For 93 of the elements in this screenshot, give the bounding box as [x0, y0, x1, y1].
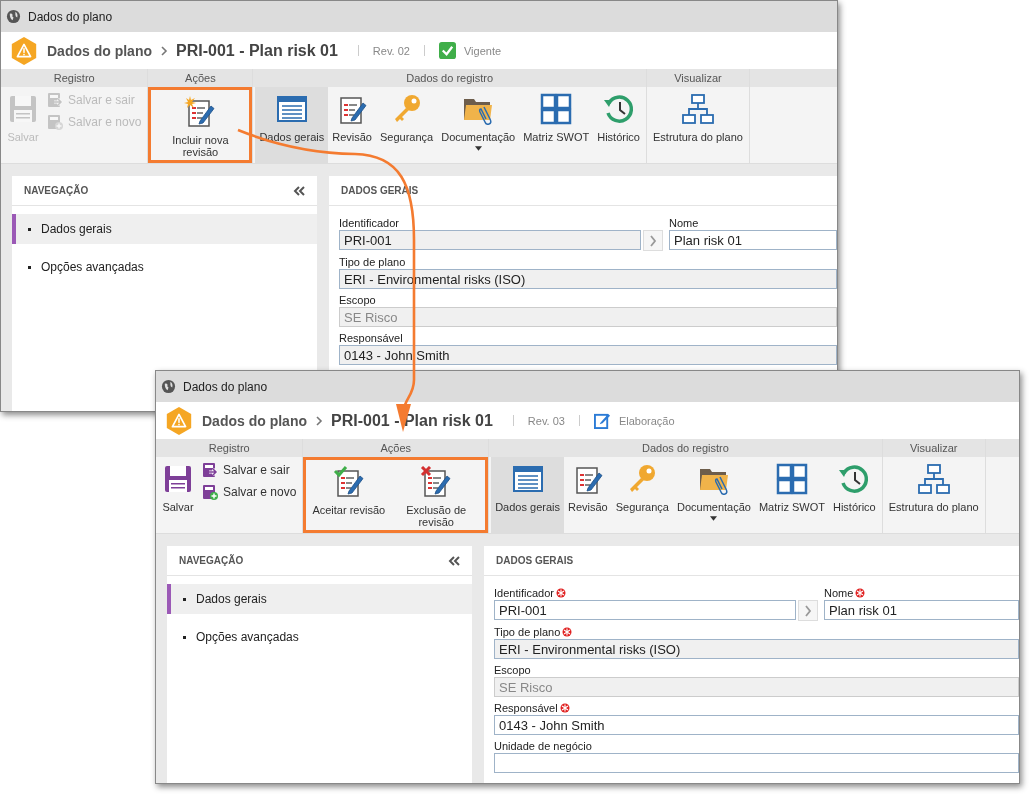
field-label: Identificador — [339, 217, 399, 229]
status-label: Vigente — [463, 44, 502, 57]
field-label: Nome — [669, 217, 699, 229]
status-label: Elaboração — [618, 414, 675, 427]
history-clock-icon — [838, 463, 871, 495]
chevron-icon — [315, 415, 323, 426]
ribbon-button[interactable]: Histórico — [593, 87, 644, 163]
save-new-icon — [47, 114, 63, 130]
ribbon-button[interactable]: Estrutura do plano — [884, 457, 983, 533]
input-field[interactable]: PRI-001 — [494, 600, 796, 620]
ribbon-button[interactable]: Aceitar revisão — [308, 460, 390, 530]
ribbon-button[interactable]: Revisão — [328, 87, 376, 163]
ribbon-group-title: Registro — [1, 69, 148, 87]
chevron-icon — [804, 604, 812, 617]
history-clock-icon — [602, 93, 635, 125]
save-and-new-button[interactable]: Salvar e novo — [198, 483, 301, 501]
field-label: Tipo de plano — [339, 256, 406, 268]
ribbon-button[interactable]: Dados gerais — [491, 457, 564, 533]
form-window-icon — [275, 93, 308, 125]
field-label: Tipo de plano — [494, 626, 561, 638]
floppy-icon — [7, 93, 39, 125]
field-label: Nome — [824, 587, 854, 599]
globe-icon — [6, 9, 21, 24]
warning-icon — [164, 405, 194, 436]
field-label: Responsável — [339, 332, 403, 344]
collapse-icon[interactable] — [293, 185, 305, 196]
ribbon-group-title: Visualizar — [647, 69, 749, 87]
input-field[interactable]: 0143 - John Smith — [339, 345, 837, 365]
ribbon-button[interactable]: Matriz SWOT — [519, 87, 594, 163]
ribbon-button[interactable]: Incluir nova revisão — [153, 90, 248, 160]
hierarchy-icon — [681, 93, 714, 125]
save-and-exit-button[interactable]: Salvar e sair — [198, 461, 301, 479]
field-label: Unidade de negócio — [494, 740, 592, 752]
input-field[interactable]: Plan risk 01 — [824, 600, 1019, 620]
lookup-button[interactable] — [643, 230, 663, 251]
ribbon-button[interactable]: Matriz SWOT — [754, 457, 829, 533]
ribbon-group-title: Dados do registro — [489, 439, 882, 457]
record-title: PRI-001 - Plan risk 01 — [176, 41, 338, 60]
lookup-button[interactable] — [798, 600, 818, 621]
ribbon-button[interactable]: Histórico — [828, 457, 880, 533]
ribbon-button[interactable]: Documentação — [672, 457, 755, 533]
globe-icon — [161, 379, 176, 394]
ribbon-button[interactable]: Revisão — [564, 457, 612, 533]
revision-label: Rev. 03 — [527, 414, 565, 427]
input-field[interactable]: Plan risk 01 — [669, 230, 837, 250]
document-star-icon — [184, 96, 217, 128]
ribbon-button[interactable]: Exclusão de revisão — [389, 460, 484, 530]
save-new-icon — [202, 484, 218, 500]
save-exit-icon — [47, 92, 63, 108]
grid-icon — [775, 463, 808, 495]
chevron-icon — [649, 234, 657, 247]
breadcrumb-link[interactable]: Dados do plano — [47, 42, 152, 59]
navigation-item[interactable]: Opções avançadas — [12, 252, 317, 282]
ribbon-group-title: Dados do registro — [253, 69, 646, 87]
panel-title: NAVEGAÇÃO — [179, 555, 244, 566]
field-label: Responsável — [494, 702, 558, 714]
field-label: Escopo — [494, 664, 531, 676]
input-field[interactable]: PRI-001 — [339, 230, 641, 250]
input-field[interactable]: 0143 - John Smith — [494, 715, 1019, 735]
ribbon-group-title: Visualizar — [882, 439, 985, 457]
panel-title: DADOS GERAIS — [496, 555, 574, 566]
input-field[interactable] — [494, 753, 1019, 773]
chevron-icon — [160, 45, 168, 56]
warning-icon — [9, 35, 39, 66]
ribbon-group-title: Ações — [303, 439, 489, 457]
field-label: Identificador — [494, 587, 554, 599]
ribbon-button[interactable]: Segurança — [611, 457, 673, 533]
input-field[interactable]: ERI - Environmental risks (ISO) — [494, 639, 1019, 659]
navigation-item[interactable]: Dados gerais — [167, 584, 472, 614]
navigation-item[interactable]: Opções avançadas — [167, 622, 472, 652]
breadcrumb-link[interactable]: Dados do plano — [202, 412, 307, 429]
document-check-icon — [332, 466, 365, 498]
floppy-icon — [162, 463, 194, 495]
form-window-icon — [511, 463, 544, 495]
ribbon-button[interactable]: Documentação — [437, 87, 520, 163]
grid-icon — [540, 93, 573, 125]
window-title: Dados do plano — [28, 9, 113, 24]
save-button[interactable]: Salvar — [158, 457, 198, 533]
window-title: Dados do plano — [183, 379, 268, 394]
hierarchy-icon — [917, 463, 950, 495]
revision-label: Rev. 02 — [372, 44, 410, 57]
save-exit-icon — [202, 462, 218, 478]
ribbon-group-title: Ações — [148, 69, 253, 87]
ribbon-button[interactable]: Segurança — [375, 87, 438, 163]
check-icon — [438, 42, 456, 59]
document-cross-icon — [420, 466, 453, 498]
ribbon-button[interactable]: Estrutura do plano — [649, 87, 747, 163]
ribbon-group-title: Registro — [156, 439, 303, 457]
collapse-icon[interactable] — [448, 555, 460, 566]
edit-icon — [593, 412, 611, 429]
navigation-item[interactable]: Dados gerais — [12, 214, 317, 244]
field-label: Escopo — [339, 294, 376, 306]
panel-title: NAVEGAÇÃO — [24, 185, 89, 196]
